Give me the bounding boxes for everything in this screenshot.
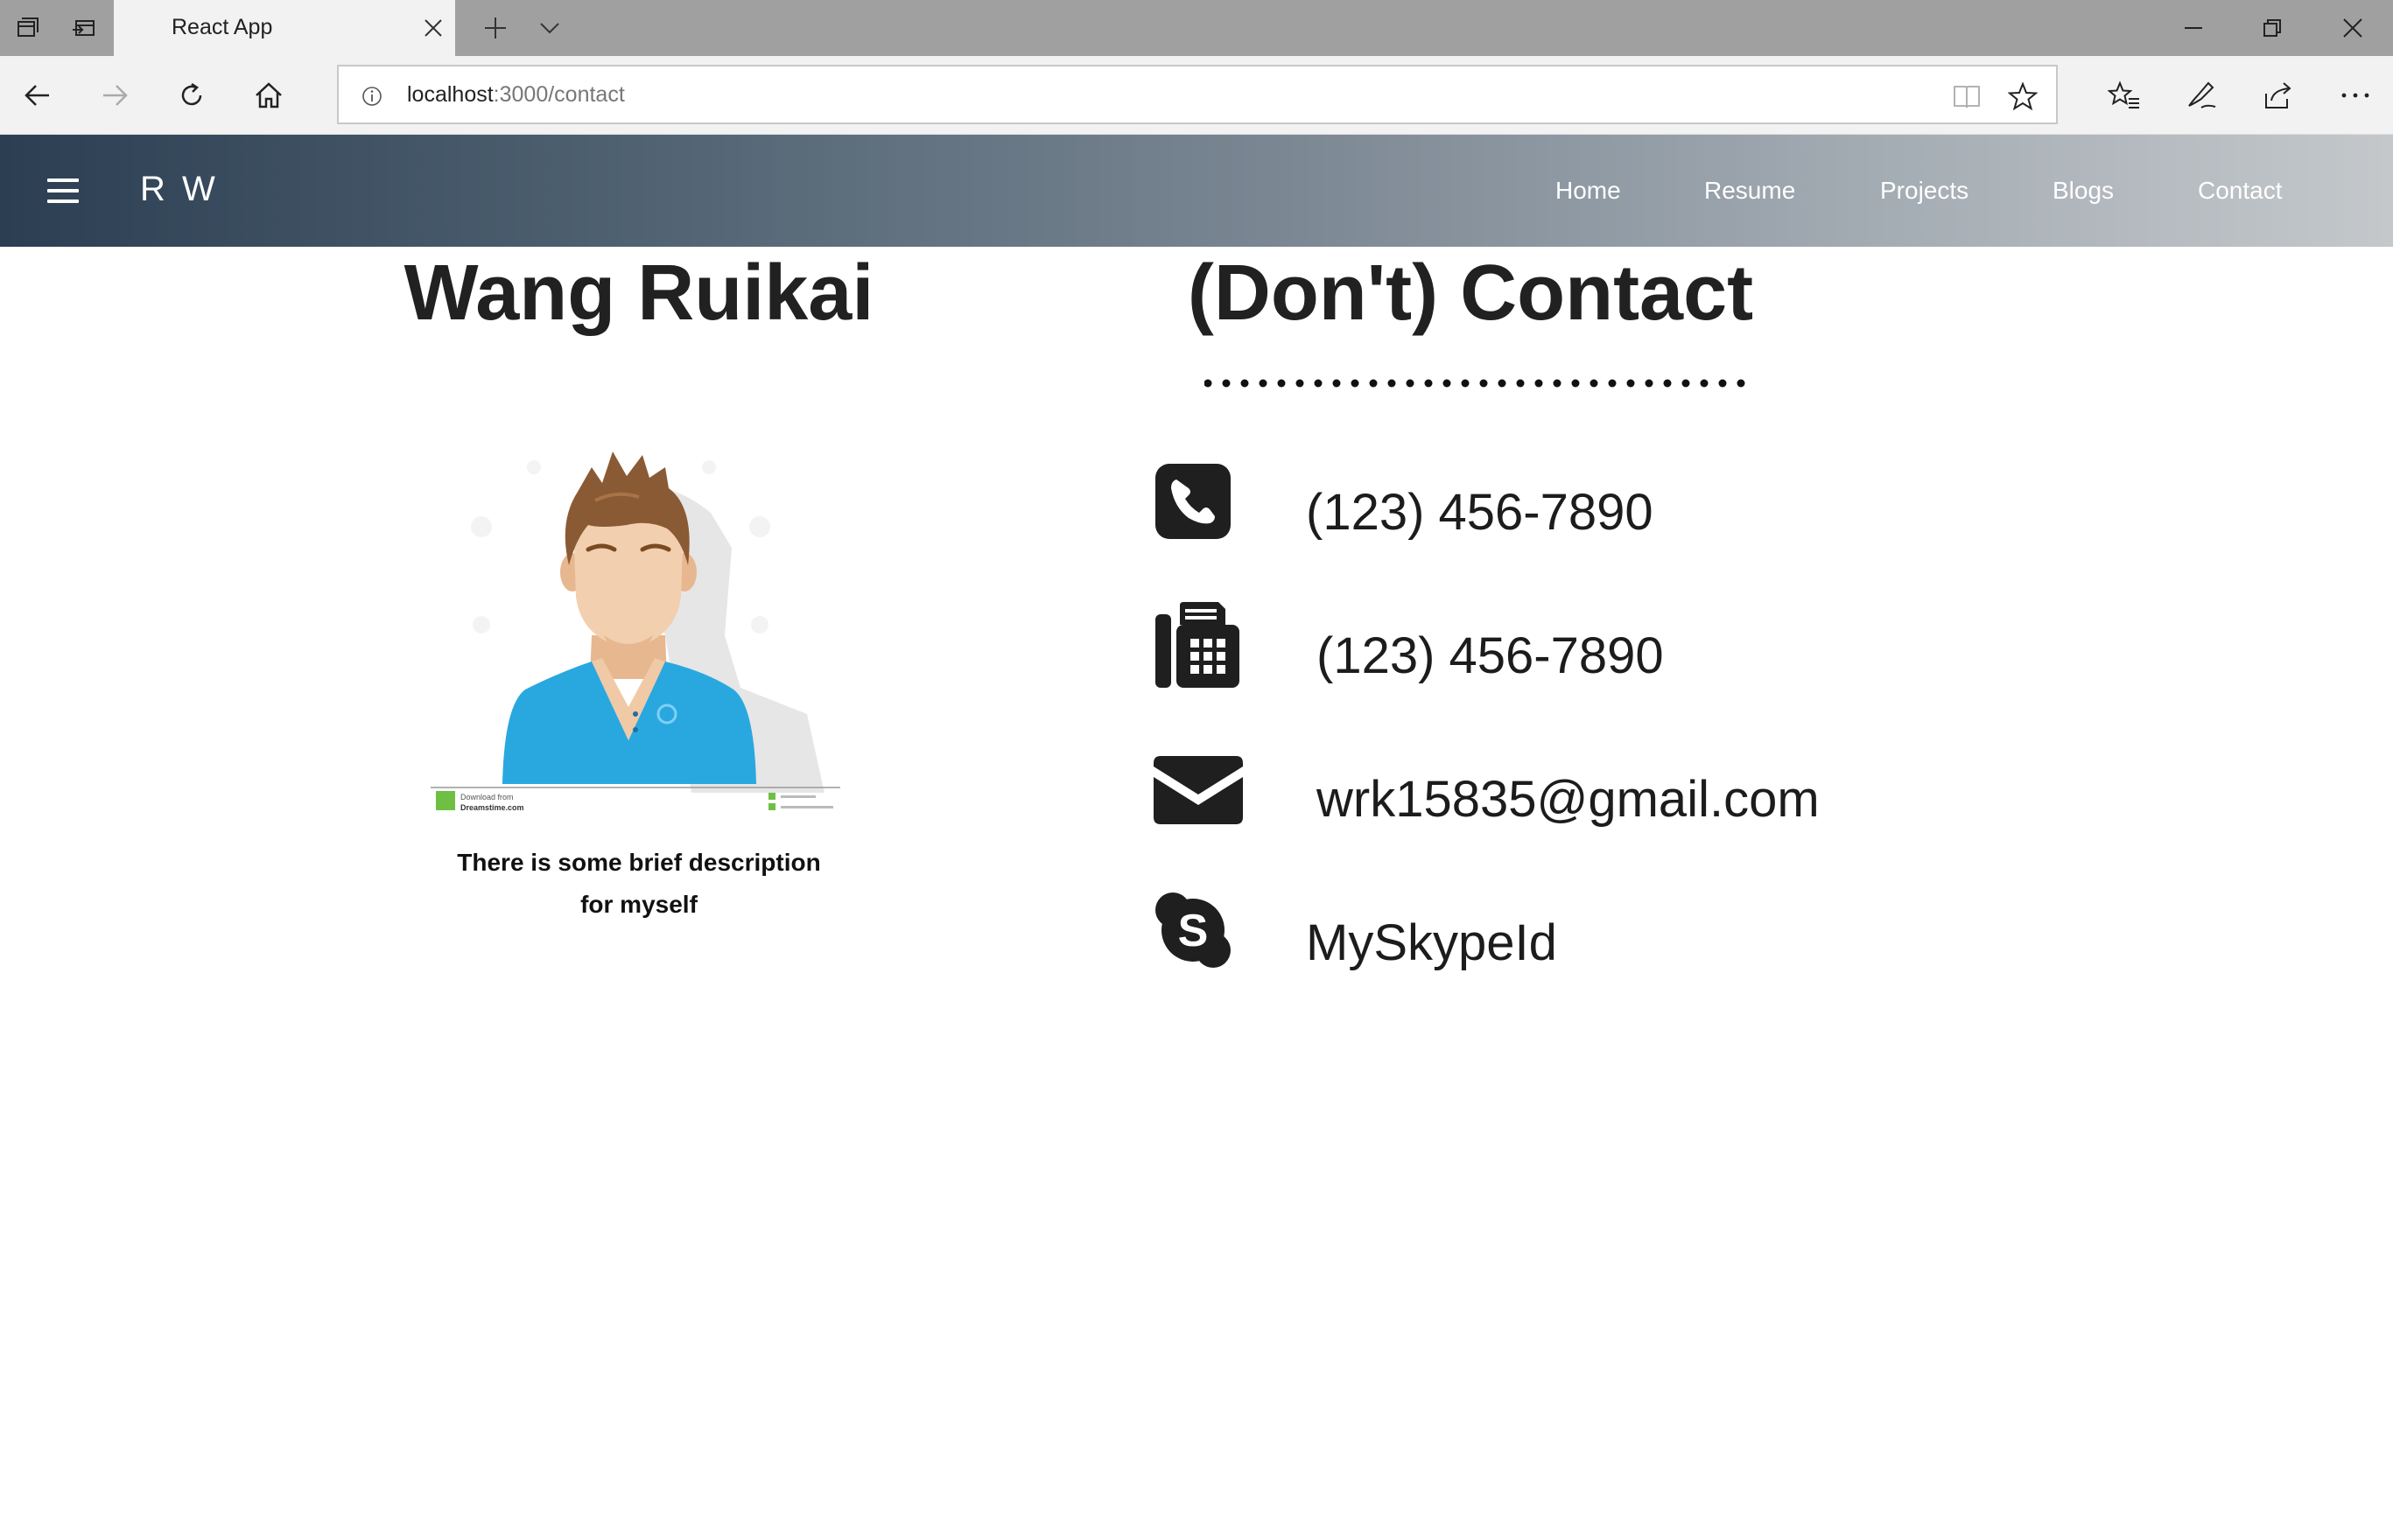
url-path: :3000/contact <box>493 82 625 107</box>
divider-dot <box>1737 379 1745 388</box>
phone-icon <box>1154 462 1232 541</box>
divider-dot <box>1222 379 1231 388</box>
divider-dot <box>1534 379 1543 388</box>
tab-title: React App <box>172 15 273 39</box>
more-options-icon[interactable] <box>2335 75 2375 116</box>
tab-react-app[interactable]: React App <box>114 0 455 56</box>
divider-dot <box>1589 379 1598 388</box>
url-host: localhost <box>407 82 494 107</box>
url-input[interactable]: localhost:3000/contact <box>337 65 2058 124</box>
refresh-icon[interactable] <box>172 75 212 116</box>
skype-icon: S <box>1154 891 1232 970</box>
svg-text:S: S <box>1178 906 1209 956</box>
url-text: localhost:3000/contact <box>407 82 625 108</box>
share-icon[interactable] <box>2258 75 2298 116</box>
divider-dot <box>1553 379 1561 388</box>
nav-home[interactable]: Home <box>1555 177 1621 205</box>
divider-dot <box>1314 379 1323 388</box>
favorite-star-icon[interactable] <box>2005 79 2040 114</box>
nav-contact[interactable]: Contact <box>2198 177 2283 205</box>
address-bar-row: localhost:3000/contact <box>0 56 2393 135</box>
site-brand[interactable]: R W <box>140 170 219 209</box>
watermark-line2: Dreamstime.com <box>460 803 524 812</box>
divider-dot <box>1571 379 1580 388</box>
divider-dot <box>1204 379 1212 388</box>
divider-dot <box>1442 379 1451 388</box>
dotted-divider <box>1204 374 1747 392</box>
fax-number[interactable]: (123) 456-7890 <box>1316 626 1664 685</box>
divider-dot <box>1718 379 1727 388</box>
tab-manager-icon[interactable] <box>11 10 46 46</box>
email-address[interactable]: wrk15835@gmail.com <box>1316 770 1820 829</box>
close-window-icon[interactable] <box>2333 10 2372 46</box>
divider-dot <box>1295 379 1304 388</box>
phone-number[interactable]: (123) 456-7890 <box>1306 483 1653 542</box>
reading-view-icon[interactable] <box>1951 80 1982 112</box>
new-tab-icon[interactable] <box>478 10 513 46</box>
divider-dot <box>1681 379 1690 388</box>
divider-dot <box>1332 379 1341 388</box>
divider-dot <box>1700 379 1709 388</box>
divider-dot <box>1351 379 1359 388</box>
divider-dot <box>1424 379 1433 388</box>
profile-description: There is some brief description for myse… <box>420 842 858 926</box>
site-navbar: R W Home Resume Projects Blogs Contact <box>0 135 2393 247</box>
divider-dot <box>1277 379 1286 388</box>
divider-dot <box>1516 379 1525 388</box>
divider-dot <box>1479 379 1488 388</box>
avatar-image: Download from Dreamstime.com <box>429 416 842 819</box>
watermark-line1: Download from <box>460 793 514 802</box>
envelope-icon <box>1154 754 1243 833</box>
restore-icon[interactable] <box>2253 10 2291 46</box>
chevron-down-icon[interactable] <box>532 10 567 46</box>
divider-dot <box>1663 379 1672 388</box>
divider-dot <box>1608 379 1617 388</box>
divider-dot <box>1259 379 1267 388</box>
minimize-icon[interactable] <box>2174 10 2213 46</box>
close-tab-icon[interactable] <box>418 12 449 44</box>
divider-dot <box>1498 379 1506 388</box>
tab-strip: React App <box>0 0 2393 56</box>
divider-dot <box>1369 379 1378 388</box>
skype-id[interactable]: MySkypeId <box>1306 914 1557 972</box>
set-tabs-aside-icon[interactable] <box>67 10 102 46</box>
nav-resume[interactable]: Resume <box>1704 177 1795 205</box>
site-info-icon[interactable] <box>361 86 382 111</box>
divider-dot <box>1406 379 1414 388</box>
divider-dot <box>1240 379 1249 388</box>
home-icon[interactable] <box>249 75 289 116</box>
forward-icon[interactable] <box>95 75 135 116</box>
back-icon[interactable] <box>18 75 58 116</box>
description-line-2: for myself <box>580 891 698 918</box>
profile-name: Wang Ruikai <box>404 249 874 337</box>
pen-icon[interactable] <box>2181 75 2221 116</box>
fax-icon <box>1154 598 1239 688</box>
nav-projects[interactable]: Projects <box>1880 177 1968 205</box>
contact-title: (Don't) Contact <box>1187 249 1754 337</box>
divider-dot <box>1461 379 1470 388</box>
divider-dot <box>1645 379 1653 388</box>
browser-window: React App localhost:3000/contact R W Hom… <box>0 0 2393 1540</box>
description-line-1: There is some brief description <box>457 849 821 876</box>
divider-dot <box>1626 379 1635 388</box>
nav-blogs[interactable]: Blogs <box>2053 177 2114 205</box>
favorites-hub-icon[interactable] <box>2104 75 2144 116</box>
hamburger-menu-icon[interactable] <box>47 178 79 203</box>
divider-dot <box>1387 379 1396 388</box>
